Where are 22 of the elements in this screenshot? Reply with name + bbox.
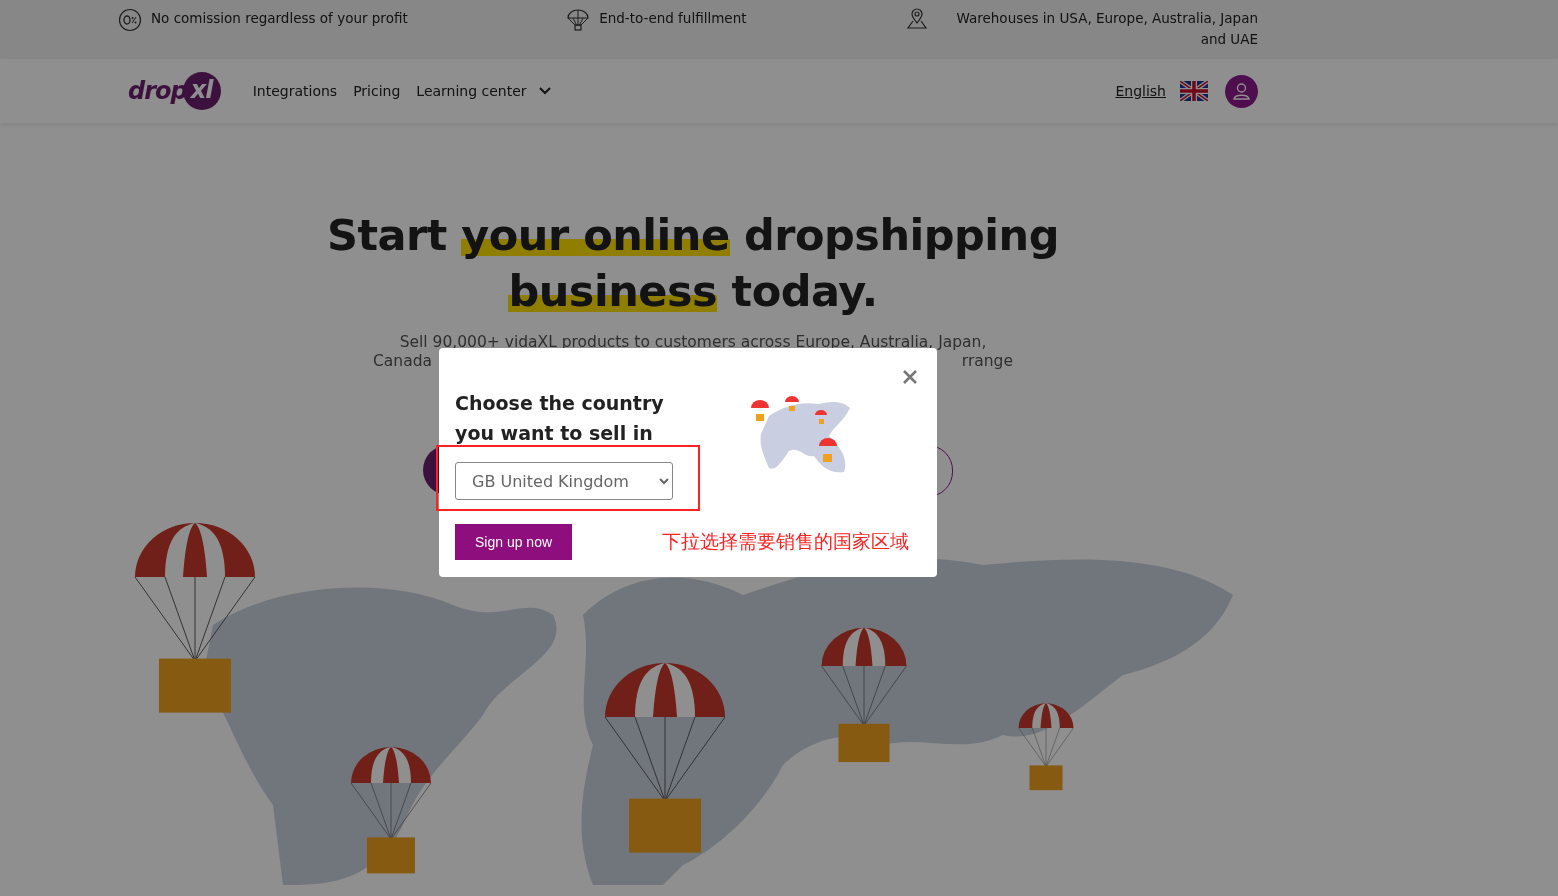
parachute-icon [566, 8, 591, 32]
user-account-icon[interactable] [1225, 74, 1258, 108]
close-icon[interactable] [903, 370, 917, 384]
modal-title: Choose the country you want to sell in [455, 391, 665, 446]
benefit-text: Warehouses in USA, Europe, Australia, Japan and UAE [955, 9, 1258, 49]
benefit-text: End-to-end fulfillment [599, 9, 747, 28]
country-select[interactable]: GB United Kingdom [455, 462, 673, 500]
language-link[interactable]: English [1115, 83, 1166, 99]
uk-flag-icon[interactable] [1180, 81, 1208, 101]
benefit-text: No comission regardless of your profit [151, 9, 408, 28]
nav-link[interactable]: Pricing [353, 83, 401, 99]
location-pin-icon [905, 8, 929, 32]
percent-icon [118, 8, 142, 32]
hero-subtitle: Sell 90,000+ vidaXL products to customers across Europe, Australia, Japan, [399, 333, 987, 352]
sign-up-button[interactable]: Sign up now [455, 524, 573, 560]
hero-subtitle: rrange [961, 352, 1013, 371]
hero-subtitle: Canada [373, 352, 432, 371]
chevron-down-icon[interactable] [538, 87, 551, 95]
annotation-text: 下拉选择需要销售的国家区域 [662, 529, 909, 554]
nav-link[interactable]: Integrations [252, 83, 338, 99]
nav-link[interactable]: Learning center [416, 83, 551, 99]
logo[interactable]: drop xl [128, 72, 221, 110]
